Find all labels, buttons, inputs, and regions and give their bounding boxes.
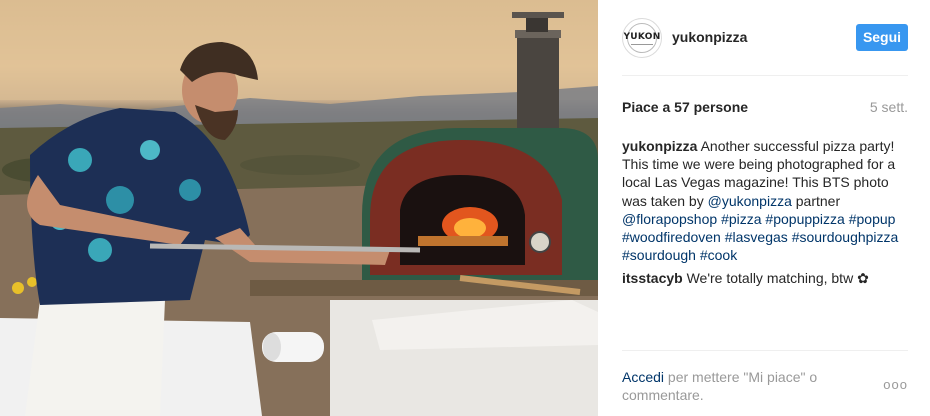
caption-author-link[interactable]: yukonpizza	[622, 138, 697, 154]
hashtag-link[interactable]: #popuppizza	[765, 211, 844, 227]
hashtag-link[interactable]: #sourdoughpizza	[792, 229, 899, 245]
avatar-logo-text: YUKON	[623, 32, 661, 42]
comment-text: We're totally matching, btw ✿	[682, 270, 869, 286]
more-options-icon[interactable]: ooo	[883, 377, 908, 392]
hashtag-link[interactable]: #lasvegas	[725, 229, 788, 245]
caption-text: partner	[791, 192, 841, 209]
hashtag-link[interactable]: #popup	[849, 211, 896, 227]
post-photo[interactable]	[0, 0, 598, 416]
login-link[interactable]: Accedi	[622, 369, 664, 385]
follow-button[interactable]: Segui	[856, 24, 908, 51]
hashtag-link[interactable]: #cook	[700, 247, 737, 263]
post-caption: yukonpizza Another successful pizza part…	[622, 137, 912, 264]
post-sidebar: YUKON yukonpizza Segui Piace a 57 person…	[598, 0, 930, 416]
comment-author-link[interactable]: itsstacyb	[622, 270, 683, 286]
username-link[interactable]: yukonpizza	[672, 29, 747, 45]
hashtag-link[interactable]: #pizza	[721, 211, 761, 227]
post-header: YUKON yukonpizza Segui	[622, 0, 908, 76]
likes-count[interactable]: Piace a 57 persone	[622, 99, 748, 115]
login-prompt: Accedi per mettere "Mi piace" o commenta…	[622, 368, 862, 404]
hashtag-link[interactable]: #sourdough	[622, 247, 696, 263]
comment-item: itsstacyb We're totally matching, btw ✿	[622, 269, 912, 287]
post-footer: Accedi per mettere "Mi piace" o commenta…	[622, 350, 908, 403]
pizza-oven-scene	[0, 0, 598, 416]
mention-link[interactable]: @florapopshop	[622, 211, 717, 227]
avatar[interactable]: YUKON	[622, 18, 662, 58]
post-timestamp[interactable]: 5 sett.	[870, 99, 908, 115]
avatar-logo-underline	[631, 44, 653, 45]
hashtag-link[interactable]: #woodfiredoven	[622, 229, 721, 245]
mention-link[interactable]: @yukonpizza	[708, 193, 792, 209]
